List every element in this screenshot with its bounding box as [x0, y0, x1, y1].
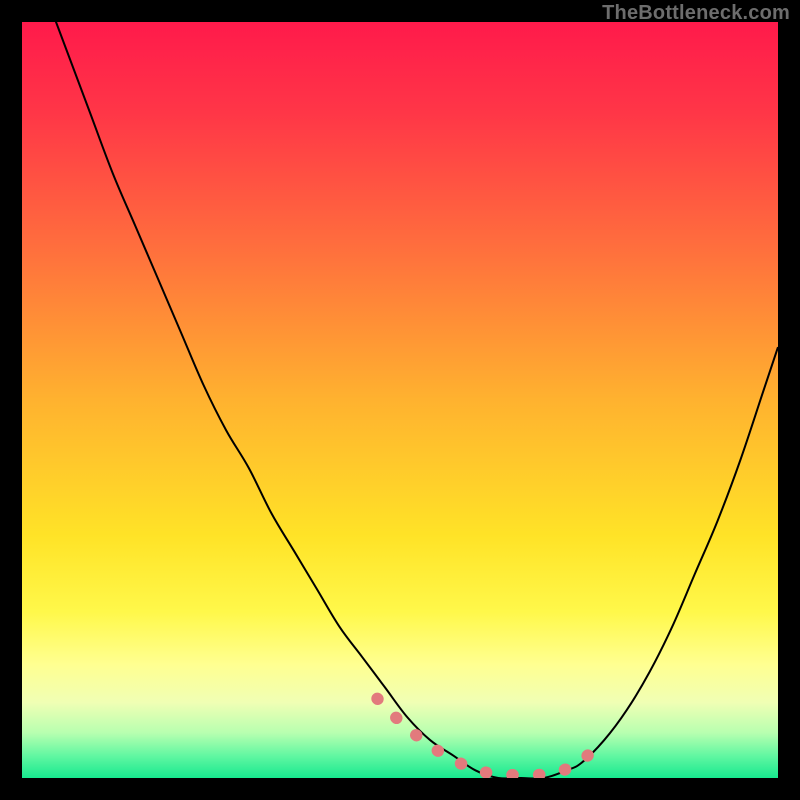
plot-area [22, 22, 778, 778]
watermark-text: TheBottleneck.com [602, 2, 790, 25]
chart-svg [22, 22, 778, 778]
chart-container: TheBottleneck.com [0, 0, 800, 800]
chart-background [22, 22, 778, 778]
